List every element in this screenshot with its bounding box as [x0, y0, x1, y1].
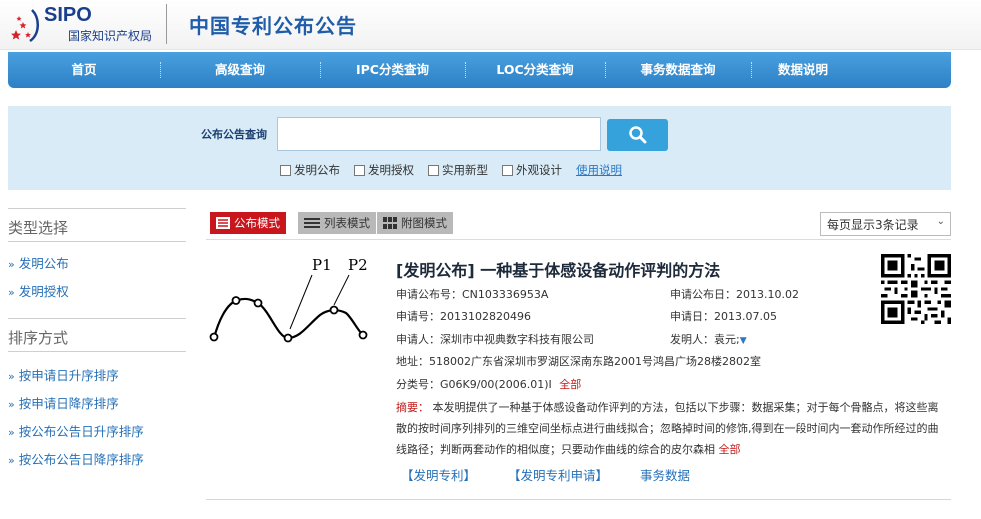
nav-loc-search[interactable]: LOC分类查询	[465, 52, 605, 88]
search-panel: 公布公告查询 发明公布 发明授权 实用新型 外观设计 使用说明	[8, 106, 951, 190]
header-divider	[166, 4, 167, 44]
sidebar-item-label: 按公布公告日降序排序	[18, 452, 144, 467]
address: 地址：518002广东省深圳市罗湖区深南东路2001号鸿昌广场28楼2802室	[396, 355, 761, 368]
nav-data-description[interactable]: 数据说明	[751, 52, 855, 88]
checkbox-design[interactable]: 外观设计	[502, 162, 562, 178]
record-title[interactable]: [发明公布] 一种基于体感设备动作评判的方法	[396, 257, 720, 281]
double-chevron-icon: »	[8, 370, 15, 383]
view-toolbar: 公布模式 列表模式 附图模式 每页显示3条记录 ⌄	[206, 208, 951, 240]
list-icon	[304, 218, 320, 228]
double-chevron-icon: »	[8, 426, 15, 439]
nav-transaction-search[interactable]: 事务数据查询	[605, 52, 751, 88]
chevron-down-icon: ⌄	[936, 216, 945, 227]
nav-ipc-search[interactable]: IPC分类查询	[320, 52, 465, 88]
application-date: 申请日：2013.07.05	[670, 310, 777, 323]
mode-label: 公布模式	[234, 216, 280, 230]
checkbox-box[interactable]	[280, 164, 291, 176]
double-chevron-icon: »	[8, 454, 15, 467]
sipo-logo[interactable]: SIPO 国家知识产权局	[8, 2, 168, 46]
sidebar-heading-sort: 排序方式	[8, 329, 69, 347]
star-emblem-icon	[11, 9, 39, 42]
mode-label: 附图模式	[401, 216, 447, 230]
checkbox-label: 外观设计	[516, 163, 562, 177]
sidebar-item-label: 按申请日降序排序	[18, 396, 119, 411]
logo-text: SIPO	[44, 4, 92, 26]
figure-label-p2: P2	[348, 256, 368, 274]
logo-subtitle: 国家知识产权局	[68, 29, 153, 43]
sidebar-item-invention-grant[interactable]: » 发明授权	[8, 278, 186, 306]
classification-all-link[interactable]: 全部	[559, 378, 581, 391]
sort-app-date-asc[interactable]: » 按申请日升序排序	[8, 362, 186, 390]
search-icon	[628, 126, 646, 144]
checkbox-box[interactable]	[502, 164, 513, 176]
application-number: 申请号：2013102820496	[396, 310, 531, 323]
sort-pub-date-desc[interactable]: » 按公布公告日降序排序	[8, 446, 186, 474]
abstract: 摘要： 本发明提供了一种基于体感设备动作评判的方法，包括以下步骤：数据采集；对于…	[396, 397, 944, 460]
mode-list-button[interactable]: 列表模式	[298, 212, 376, 234]
checkbox-invention-grant[interactable]: 发明授权	[354, 162, 414, 178]
transaction-data-link[interactable]: 事务数据	[640, 465, 690, 484]
checkbox-label: 实用新型	[442, 163, 488, 177]
checkbox-label: 发明公布	[294, 163, 340, 177]
checkbox-box[interactable]	[354, 164, 365, 176]
top-header: SIPO 国家知识产权局 中国专利公布公告	[0, 0, 981, 50]
caret-down-icon[interactable]: ▼	[740, 336, 747, 346]
abstract-label: 摘要：	[396, 401, 429, 414]
checkbox-utility-model[interactable]: 实用新型	[428, 162, 488, 178]
abstract-text: 本发明提供了一种基于体感设备动作评判的方法，包括以下步骤：数据采集；对于每个骨骼…	[396, 401, 939, 456]
search-input[interactable]	[277, 117, 601, 151]
mode-publication-button[interactable]: 公布模式	[210, 212, 286, 234]
figure-label-p1: P1	[312, 256, 332, 274]
double-chevron-icon: »	[8, 258, 15, 271]
sidebar-item-invention-publication[interactable]: » 发明公布	[8, 250, 186, 278]
mode-figure-button[interactable]: 附图模式	[377, 212, 453, 234]
type-filter-checkboxes: 发明公布 发明授权 实用新型 外观设计 使用说明	[280, 162, 622, 178]
abstract-all-link[interactable]: 全部	[719, 443, 741, 456]
double-chevron-icon: »	[8, 398, 15, 411]
page-title: 中国专利公布公告	[189, 14, 357, 38]
applicant: 申请人：深圳市中视典数字科技有限公司	[396, 333, 594, 346]
sidebar-item-label: 按申请日升序排序	[18, 368, 119, 383]
document-icon	[216, 217, 230, 229]
per-page-select[interactable]: 每页显示3条记录 ⌄	[820, 212, 951, 236]
checkbox-box[interactable]	[428, 164, 439, 176]
main-nav: 首页 高级查询 IPC分类查询 LOC分类查询 事务数据查询 数据说明	[8, 52, 951, 88]
inventor-text: 发明人：袁元;	[670, 333, 740, 346]
sidebar-heading-type: 类型选择	[8, 219, 69, 237]
checkbox-label: 发明授权	[368, 163, 414, 177]
classification-text: 分类号：G06K9/00(2006.01)I	[396, 378, 552, 391]
search-button[interactable]	[607, 119, 668, 151]
publication-number: 申请公布号：CN103336953A	[396, 288, 549, 301]
sort-app-date-desc[interactable]: » 按申请日降序排序	[8, 390, 186, 418]
sidebar-item-label: 按公布公告日升序排序	[18, 424, 144, 439]
inventor: 发明人：袁元;▼	[670, 331, 747, 347]
double-chevron-icon: »	[8, 286, 15, 299]
sidebar: 类型选择 » 发明公布 » 发明授权 排序方式 » 按申请日升序排序 » 按申请日降序排…	[8, 208, 186, 474]
publication-date: 申请公布日：2013.10.02	[670, 288, 799, 301]
divider	[206, 499, 951, 500]
checkbox-invention-publication[interactable]: 发明公布	[280, 162, 340, 178]
qr-code-icon	[881, 254, 951, 324]
invention-patent-link[interactable]: 【发明专利】	[401, 465, 476, 484]
nav-advanced-search[interactable]: 高级查询	[160, 52, 320, 88]
patent-drawing-thumbnail[interactable]: P1 P2	[208, 253, 378, 348]
sidebar-item-label: 发明授权	[18, 284, 69, 299]
help-link[interactable]: 使用说明	[576, 162, 622, 178]
classification: 分类号：G06K9/00(2006.01)I 全部	[396, 376, 581, 392]
grid-icon	[383, 217, 397, 229]
record-links: 【发明专利】 【发明专利申请】 事务数据	[401, 465, 722, 484]
nav-home[interactable]: 首页	[8, 52, 160, 88]
per-page-value: 每页显示3条记录	[827, 218, 919, 232]
sort-pub-date-asc[interactable]: » 按公布公告日升序排序	[8, 418, 186, 446]
search-label: 公布公告查询	[201, 128, 267, 141]
invention-application-link[interactable]: 【发明专利申请】	[508, 465, 608, 484]
mode-label: 列表模式	[324, 216, 370, 230]
sidebar-item-label: 发明公布	[18, 256, 69, 271]
